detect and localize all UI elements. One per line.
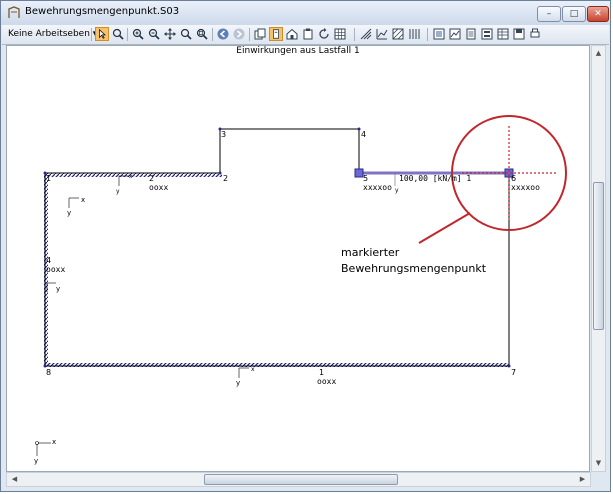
node-5-marker[interactable] <box>354 168 364 178</box>
node-1-label: 1 <box>46 174 52 183</box>
toolbar-separator <box>249 28 250 41</box>
local-axis-bottom <box>238 367 249 378</box>
maximize-button[interactable]: □ <box>562 6 586 22</box>
grid-icon[interactable] <box>333 27 347 41</box>
slab-outline-top <box>45 128 360 174</box>
layer-combo[interactable]: Keine Arbeitseben ▾ <box>8 27 97 42</box>
toolbar-separator <box>354 28 355 41</box>
axis-y-label: y <box>236 379 241 387</box>
edge-top-left-value: ooxx <box>149 183 169 192</box>
axis-x-label: x <box>129 173 133 180</box>
view-icon[interactable] <box>269 27 283 41</box>
axis-y-label: y <box>116 188 120 195</box>
application-window: Bewehrungsmengenpunkt.S03 – □ ✕ Keine Ar… <box>0 0 611 492</box>
scroll-right-icon[interactable]: ▶ <box>575 473 590 486</box>
pattern-icon[interactable] <box>391 27 405 41</box>
scroll-down-icon[interactable]: ▼ <box>592 456 605 471</box>
toolbar-separator <box>212 28 213 41</box>
print-icon[interactable] <box>528 27 542 41</box>
axis-y-label: y <box>56 285 61 293</box>
toolbar-separator <box>91 28 92 41</box>
local-axis-mid <box>68 197 79 208</box>
node-3-label: 3 <box>221 130 227 139</box>
edge-left-number: 4 <box>46 256 52 265</box>
graph-icon[interactable] <box>375 27 389 41</box>
zoom-in-icon[interactable] <box>131 27 145 41</box>
global-axis-x-label: x <box>52 438 57 446</box>
zoom-out-icon[interactable] <box>147 27 161 41</box>
save-icon[interactable] <box>512 27 526 41</box>
rotate-icon[interactable] <box>317 27 331 41</box>
support-top-left <box>44 173 222 177</box>
horizontal-scroll-thumb[interactable] <box>204 474 398 485</box>
vertical-scrollbar[interactable]: ▲ ▼ <box>591 45 606 472</box>
stripes-icon[interactable] <box>407 27 421 41</box>
frame-icon[interactable] <box>432 27 446 41</box>
chart-icon[interactable] <box>448 27 462 41</box>
load-label: 100,00 [kN/m] 1 <box>399 174 472 183</box>
axis-y-label: y <box>395 187 399 194</box>
local-axis-top <box>118 175 129 186</box>
local-axis-left <box>46 282 56 292</box>
pan-icon[interactable] <box>163 27 177 41</box>
edge-top-left-number: 2 <box>149 174 155 183</box>
table-icon[interactable] <box>496 27 510 41</box>
edge-bottom-number: 1 <box>319 368 325 377</box>
node-2-label: 2 <box>223 174 229 183</box>
app-icon <box>8 6 20 18</box>
axis-y-label: y <box>67 209 72 217</box>
global-axis-y-label: y <box>34 457 39 465</box>
window-title: Bewehrungsmengenpunkt.S03 <box>25 6 180 17</box>
rulers-icon[interactable] <box>359 27 373 41</box>
horizontal-scrollbar[interactable]: ◀ ▶ <box>6 472 591 487</box>
node-5-value: xxxxoo <box>363 183 392 192</box>
scroll-left-icon[interactable]: ◀ <box>7 473 22 486</box>
node-6-value: xxxxoo <box>511 183 540 192</box>
scroll-up-icon[interactable]: ▲ <box>592 46 605 61</box>
node-5-label: 5 <box>363 174 369 183</box>
list-icon[interactable] <box>480 27 494 41</box>
node-dot <box>218 171 222 175</box>
sheet-icon[interactable] <box>464 27 478 41</box>
vertical-scroll-thumb[interactable] <box>593 182 604 330</box>
zoom-all-icon[interactable] <box>179 27 193 41</box>
home-icon[interactable] <box>285 27 299 41</box>
edge-left-value: ooxx <box>46 265 66 274</box>
toolbar: Keine Arbeitseben ▾ <box>2 25 609 45</box>
layers-icon[interactable] <box>253 27 267 41</box>
select-arrow-icon[interactable] <box>95 27 109 41</box>
paste-icon[interactable] <box>301 27 315 41</box>
node-8-label: 8 <box>46 368 52 377</box>
structure-drawing <box>35 115 567 456</box>
axis-x-label: x <box>81 196 86 204</box>
node-6-label: 6 <box>511 174 517 183</box>
toolbar-separator <box>427 28 428 41</box>
minimize-button[interactable]: – <box>537 6 561 22</box>
annotation-line-2: Bewehrungsmengenpunkt <box>341 262 487 275</box>
toolbar-separator <box>127 28 128 41</box>
forward-icon[interactable] <box>232 27 246 41</box>
node-7-label: 7 <box>511 368 517 377</box>
title-bar[interactable]: Bewehrungsmengenpunkt.S03 – □ ✕ <box>1 1 610 25</box>
node-4-label: 4 <box>361 130 367 139</box>
annotation-line-1: markierter <box>341 246 400 259</box>
edge-bottom-value: ooxx <box>317 377 337 386</box>
axis-x-label: x <box>251 366 255 373</box>
zoom-window-icon[interactable] <box>195 27 209 41</box>
layer-combo-value: Keine Arbeitseben <box>8 29 90 39</box>
close-button[interactable]: ✕ <box>587 6 609 22</box>
drawing-canvas[interactable]: Einwirkungen aus Lastfall 1 1 2 3 4 5 6 … <box>6 45 590 472</box>
back-icon[interactable] <box>216 27 230 41</box>
zoom-select-icon[interactable] <box>111 27 125 41</box>
global-axis-icon <box>35 441 51 456</box>
